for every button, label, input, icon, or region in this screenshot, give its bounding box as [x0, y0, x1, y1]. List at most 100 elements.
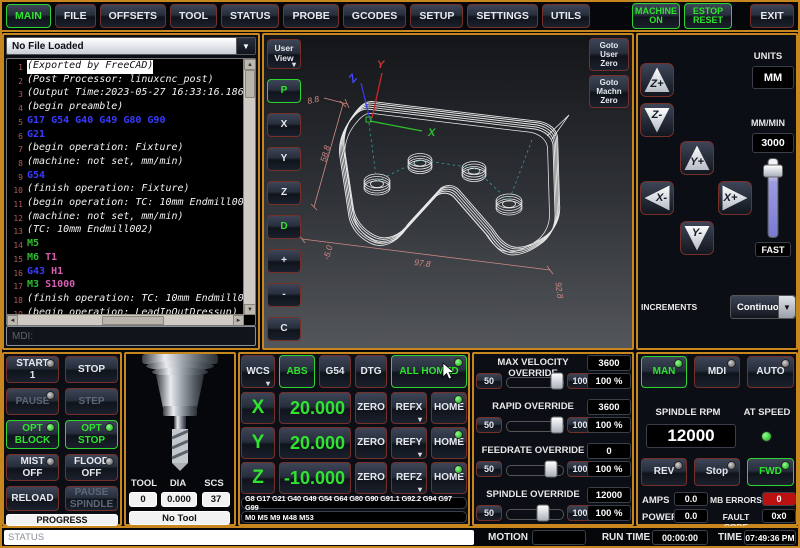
- estop-reset-button[interactable]: ESTOP RESET: [684, 3, 732, 29]
- chevron-down-icon[interactable]: ▼: [236, 38, 255, 54]
- mist-button[interactable]: MIST OFF: [6, 454, 59, 481]
- toolpath-view[interactable]: X Y Z 8.8 58.8 -5.0 97.8 92.8: [264, 35, 632, 348]
- gcode-listing[interactable]: 1(Exported by FreeCAD)2(Post Processor: …: [7, 60, 244, 315]
- tab-settings[interactable]: SETTINGS: [467, 4, 538, 28]
- ref-z-button[interactable]: REFZ▾: [391, 462, 427, 494]
- top-menu-bar: MAIN FILE OFFSETS TOOL STATUS PROBE GCOD…: [2, 2, 798, 32]
- goto-machine-zero-button[interactable]: Goto Machn Zero: [589, 75, 629, 108]
- gcode-editor[interactable]: 1(Exported by FreeCAD)2(Post Processor: …: [6, 58, 256, 326]
- mdi-mode-button[interactable]: MDI: [694, 356, 740, 388]
- exit-button[interactable]: EXIT: [750, 4, 794, 28]
- pause-button[interactable]: PAUSE: [6, 388, 59, 415]
- max-velocity-slider-handle[interactable]: [551, 373, 564, 390]
- editor-hscrollbar[interactable]: ◄ ►: [7, 314, 244, 325]
- jog-x-plus-button[interactable]: X+: [718, 181, 752, 215]
- scroll-right-icon[interactable]: ►: [233, 315, 244, 326]
- zoom-in-button[interactable]: +: [267, 249, 301, 273]
- editor-vscrollbar[interactable]: ▲ ▼: [243, 59, 255, 315]
- scroll-up-icon[interactable]: ▲: [244, 59, 256, 70]
- machine-on-button[interactable]: MACHINE ON: [632, 3, 680, 29]
- tool-number-display: 0: [129, 492, 157, 507]
- axis-y-button[interactable]: Y: [241, 427, 275, 459]
- file-select-combo[interactable]: No File Loaded ▼: [6, 37, 256, 55]
- home-z-button[interactable]: HOME: [431, 462, 467, 494]
- home-y-button[interactable]: HOME: [431, 427, 467, 459]
- rapid-min-button[interactable]: 50: [476, 417, 502, 433]
- fast-label: FAST: [755, 242, 791, 257]
- step-button[interactable]: STEP: [65, 388, 118, 415]
- feedrate-slider[interactable]: [506, 461, 564, 477]
- rapid-override-value: 3600: [587, 399, 631, 415]
- tab-status[interactable]: STATUS: [221, 4, 279, 28]
- auto-mode-button[interactable]: AUTO: [747, 356, 794, 388]
- wcs-button[interactable]: WCS▾: [241, 355, 275, 388]
- tab-tool[interactable]: TOOL: [170, 4, 217, 28]
- dtg-button[interactable]: DTG: [355, 355, 387, 388]
- zero-y-button[interactable]: ZERO: [355, 427, 387, 459]
- jog-z-plus-button[interactable]: Z+: [640, 63, 674, 97]
- view-user-button[interactable]: User View▾: [267, 39, 301, 69]
- ref-y-button[interactable]: REFY▾: [391, 427, 427, 459]
- goto-user-zero-button[interactable]: Goto User Zero: [589, 38, 629, 71]
- dro-panel: WCS▾ ABS G54 DTG ALL HOMED X 20.000 ZERO…: [238, 352, 470, 526]
- optional-stop-button[interactable]: OPT STOP: [65, 420, 118, 449]
- pause-spindle-button[interactable]: PAUSE SPINDLE: [65, 486, 118, 511]
- max-velocity-min-button[interactable]: 50: [476, 373, 502, 389]
- tab-main[interactable]: MAIN: [6, 4, 51, 28]
- spindle-slider-handle[interactable]: [536, 505, 549, 522]
- spindle-fwd-button[interactable]: FWD: [747, 458, 794, 486]
- view-z-button[interactable]: Z: [267, 181, 301, 205]
- jog-z-minus-button[interactable]: Z-: [640, 103, 674, 137]
- tab-gcodes[interactable]: GCODES: [343, 4, 407, 28]
- jog-rate-slider-handle[interactable]: [763, 164, 783, 177]
- optional-block-button[interactable]: OPT BLOCK: [6, 420, 59, 449]
- scroll-left-icon[interactable]: ◄: [7, 315, 18, 326]
- increments-combo[interactable]: Continuous ▼: [730, 295, 796, 319]
- zero-x-button[interactable]: ZERO: [355, 392, 387, 424]
- spindle-stop-button[interactable]: Stop: [694, 458, 740, 486]
- flood-button[interactable]: FLOOD OFF: [65, 454, 118, 481]
- jog-x-minus-button[interactable]: X-: [640, 181, 674, 215]
- rapid-slider[interactable]: [506, 417, 564, 433]
- ref-x-button[interactable]: REFX▾: [391, 392, 427, 424]
- chevron-down-icon[interactable]: ▼: [778, 296, 795, 318]
- clear-view-button[interactable]: C: [267, 317, 301, 341]
- jog-rate-display[interactable]: 3000: [752, 133, 794, 153]
- feedrate-pct: 100 %: [587, 461, 631, 477]
- start-button[interactable]: START 1: [6, 356, 59, 383]
- tab-utils[interactable]: UTILS: [542, 4, 590, 28]
- tab-offsets[interactable]: OFFSETS: [100, 4, 166, 28]
- feedrate-slider-handle[interactable]: [545, 461, 558, 478]
- max-velocity-slider[interactable]: [506, 373, 564, 389]
- spindle-rev-button[interactable]: REV: [641, 458, 687, 486]
- zero-z-button[interactable]: ZERO: [355, 462, 387, 494]
- spindle-slider[interactable]: [506, 505, 564, 521]
- jog-y-minus-button[interactable]: Y-: [680, 221, 714, 255]
- zoom-out-button[interactable]: -: [267, 283, 301, 307]
- g54-button[interactable]: G54: [319, 355, 351, 388]
- stop-button[interactable]: STOP: [65, 356, 118, 383]
- rapid-slider-handle[interactable]: [551, 417, 564, 434]
- jog-y-plus-button[interactable]: Y+: [680, 141, 714, 175]
- vscroll-thumb[interactable]: [245, 70, 255, 98]
- manual-mode-button[interactable]: MAN: [641, 356, 687, 388]
- view-dimensions-button[interactable]: D: [267, 215, 301, 239]
- axis-z-button[interactable]: Z: [241, 462, 275, 494]
- jog-rate-slider[interactable]: [764, 158, 782, 238]
- spindle-min-button[interactable]: 50: [476, 505, 502, 521]
- scroll-down-icon[interactable]: ▼: [244, 304, 256, 315]
- mdi-input[interactable]: [6, 326, 256, 346]
- home-x-button[interactable]: HOME: [431, 392, 467, 424]
- reload-button[interactable]: RELOAD: [6, 486, 59, 511]
- abs-button[interactable]: ABS: [279, 355, 315, 388]
- feedrate-min-button[interactable]: 50: [476, 461, 502, 477]
- tab-setup[interactable]: SETUP: [410, 4, 463, 28]
- tab-probe[interactable]: PROBE: [283, 4, 338, 28]
- tab-file[interactable]: FILE: [55, 4, 96, 28]
- hscroll-thumb[interactable]: [102, 316, 164, 325]
- axis-x-button[interactable]: X: [241, 392, 275, 424]
- view-p-button[interactable]: P: [267, 79, 301, 103]
- dia-label: DIA: [162, 478, 194, 489]
- view-y-button[interactable]: Y: [267, 147, 301, 171]
- view-x-button[interactable]: X: [267, 113, 301, 137]
